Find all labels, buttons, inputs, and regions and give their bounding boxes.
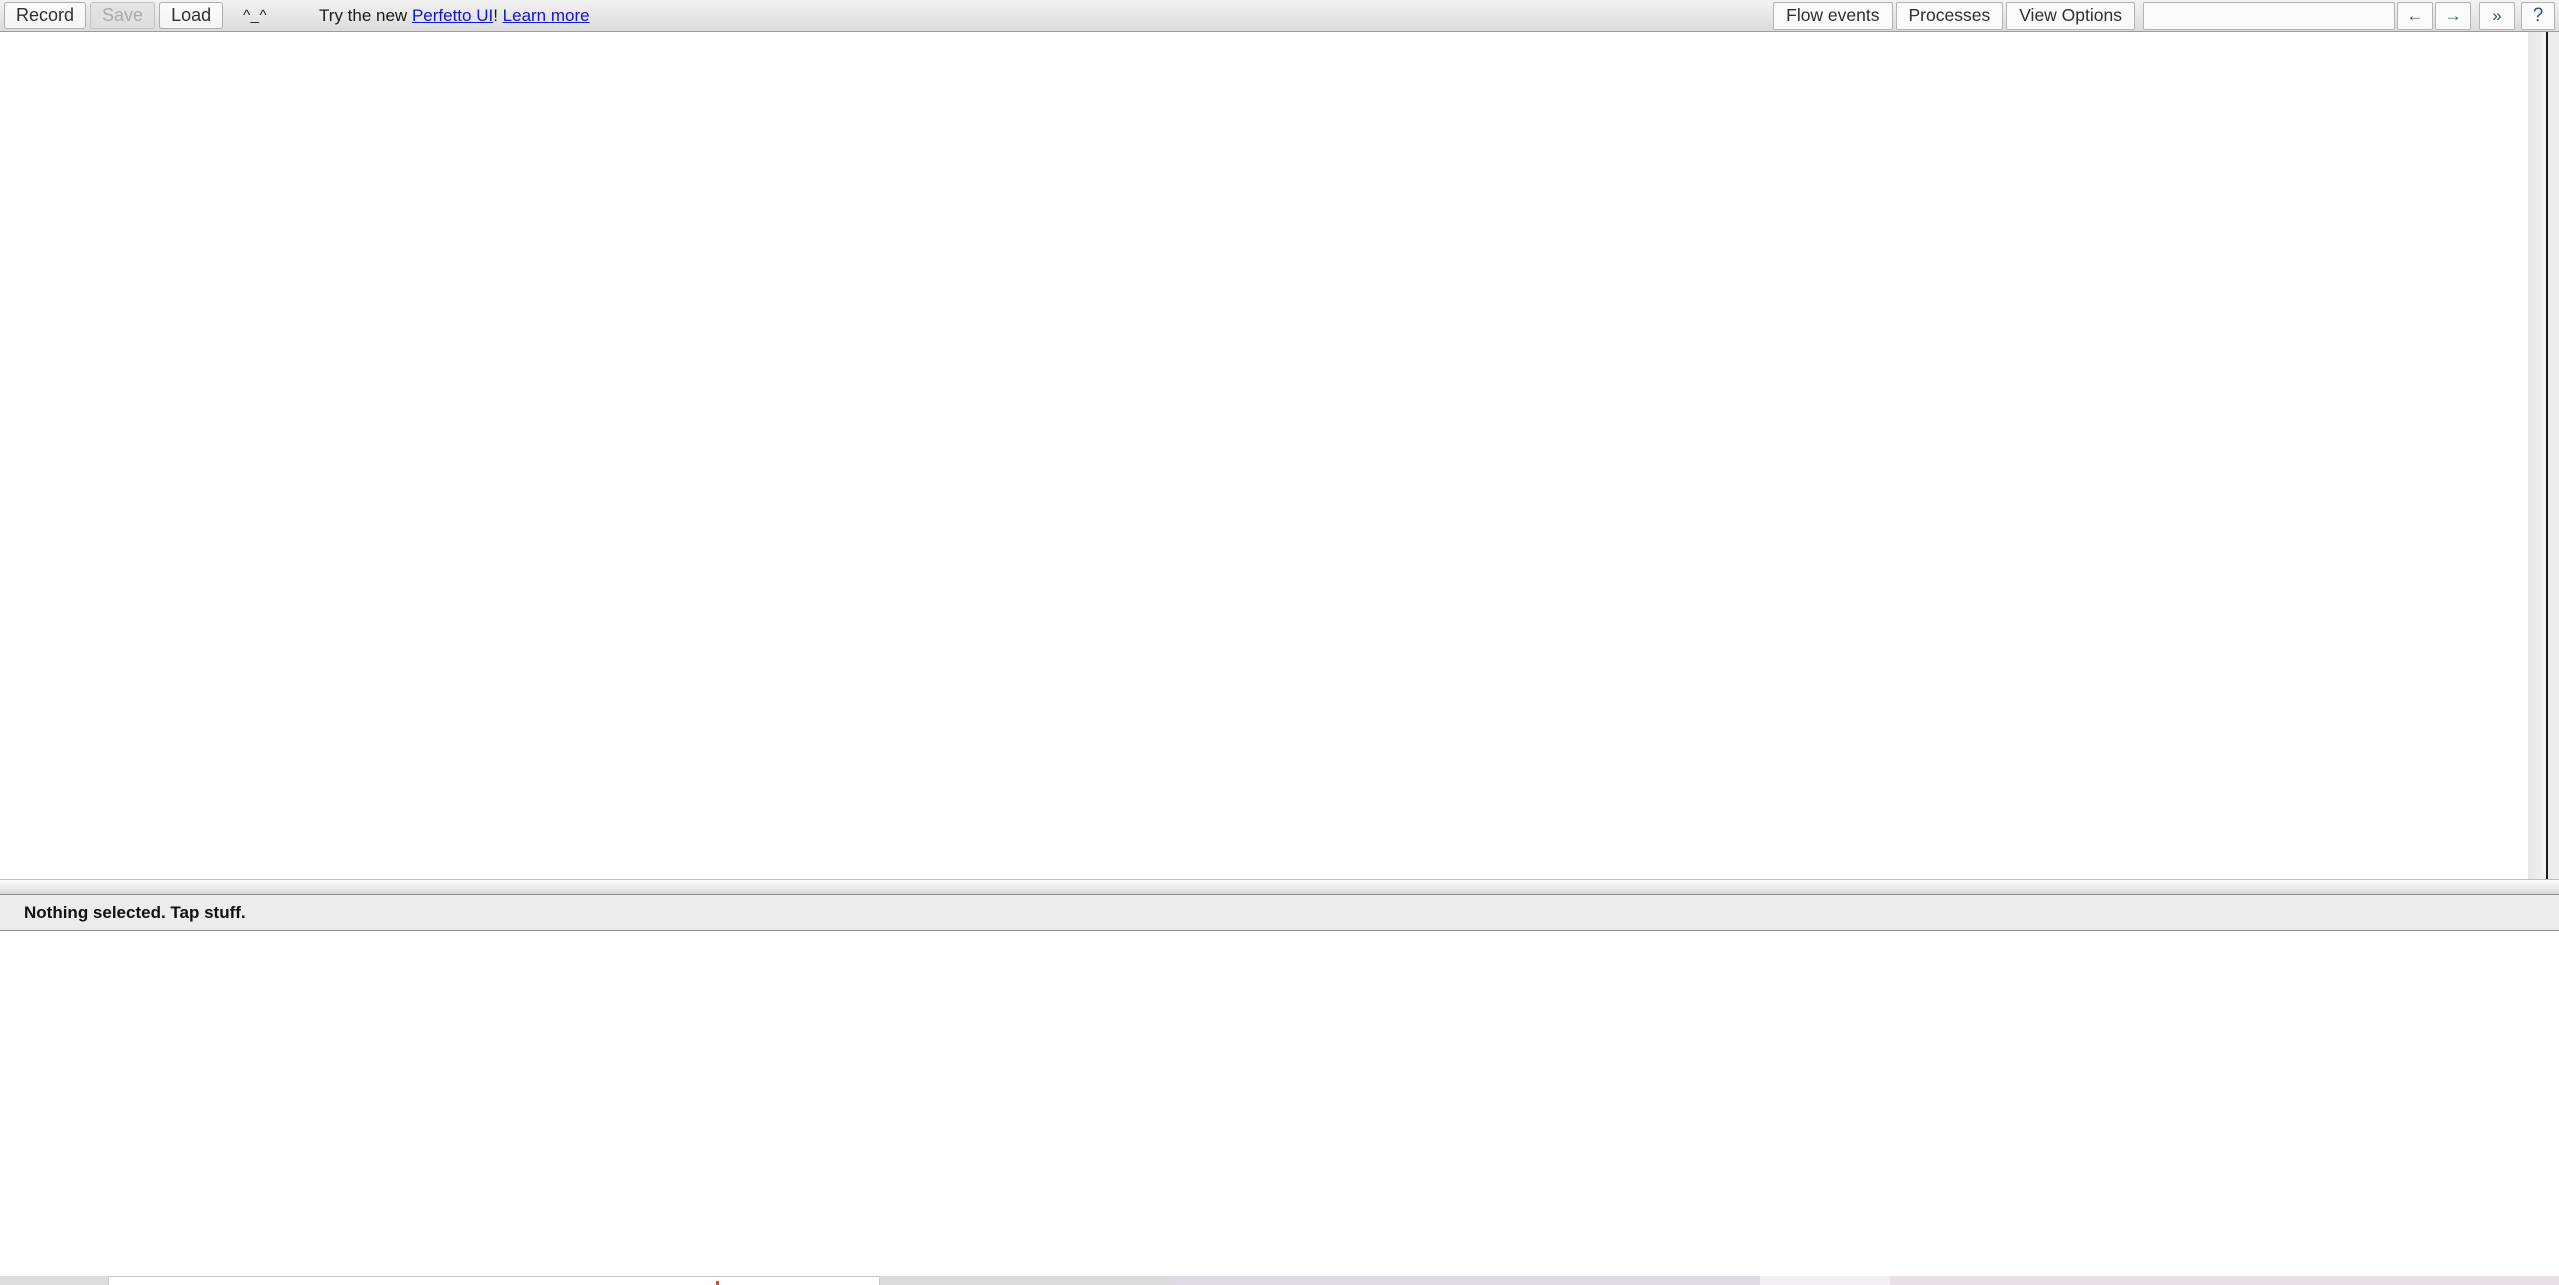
- selection-status-bar: Nothing selected. Tap stuff.: [0, 895, 2559, 931]
- help-question-icon[interactable]: ?: [2521, 1, 2555, 30]
- load-button[interactable]: Load: [159, 2, 224, 29]
- detail-body: [0, 931, 2559, 1285]
- promo-prefix-text: Try the new: [319, 5, 412, 25]
- flow-events-button[interactable]: Flow events: [1773, 1, 1893, 30]
- selection-status-text: Nothing selected. Tap stuff.: [24, 902, 246, 922]
- scrollbar-gutter: [2548, 32, 2559, 879]
- detail-pane: Nothing selected. Tap stuff.: [0, 895, 2559, 1285]
- overflow-chevron-icon[interactable]: »: [2479, 1, 2515, 30]
- strip-segment: [0, 1276, 108, 1285]
- main-toolbar: Record Save Load ^_^ Try the new Perfett…: [0, 0, 2559, 32]
- timeline-track-area[interactable]: [0, 32, 2559, 879]
- learn-more-link[interactable]: Learn more: [503, 6, 590, 25]
- track-canvas[interactable]: [0, 32, 2528, 879]
- search-input[interactable]: [2143, 1, 2395, 30]
- record-button[interactable]: Record: [4, 2, 87, 29]
- perfetto-ui-link[interactable]: Perfetto UI: [412, 6, 493, 25]
- strip-segment: [1760, 1276, 1890, 1285]
- search-prev-icon[interactable]: ←: [2397, 1, 2433, 30]
- strip-segment: [1890, 1276, 2559, 1285]
- strip-tick-marker: [716, 1281, 719, 1285]
- bottom-clipped-strip: [0, 1276, 2559, 1285]
- kaomoji-label: ^_^: [243, 7, 268, 24]
- track-vertical-scrollbar[interactable]: [2528, 32, 2559, 879]
- scrollbar-trough[interactable]: [2528, 32, 2546, 879]
- strip-segment: [1170, 1276, 1760, 1285]
- strip-segment: [880, 1276, 1170, 1285]
- trace-viewer-app: Record Save Load ^_^ Try the new Perfett…: [0, 0, 2559, 1285]
- strip-outline: [108, 1276, 880, 1285]
- view-options-button[interactable]: View Options: [2006, 1, 2135, 30]
- pane-drag-handle[interactable]: [0, 879, 2559, 895]
- promo-mid-text: !: [493, 5, 503, 25]
- promo-banner: Try the new Perfetto UI! Learn more: [319, 6, 590, 26]
- toolbar-right-group: Flow events Processes View Options ← → »…: [1770, 1, 2557, 30]
- processes-button[interactable]: Processes: [1895, 1, 2004, 30]
- save-button[interactable]: Save: [90, 2, 156, 29]
- search-next-icon[interactable]: →: [2435, 1, 2471, 30]
